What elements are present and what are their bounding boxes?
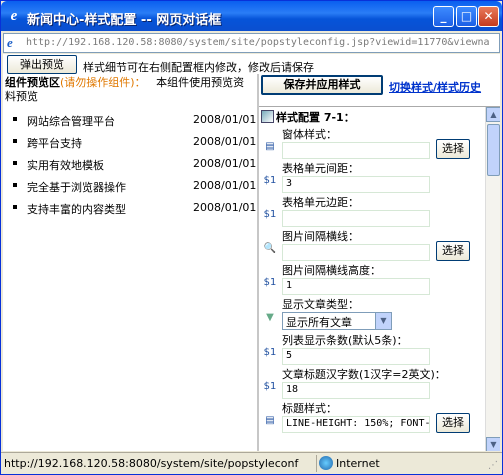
number-icon: $1 bbox=[263, 277, 277, 288]
list-item: 实用有效地模板 2008/01/01 bbox=[11, 156, 257, 178]
field-spacer-height: $1 图片间隔横线高度： 1 bbox=[259, 262, 483, 296]
switch-style-history-link[interactable]: 切换样式/样式历史 bbox=[389, 79, 481, 95]
spacer-image-pick-button[interactable]: 选择 bbox=[436, 241, 470, 261]
number-icon: $1 bbox=[263, 175, 277, 186]
close-button[interactable]: ✕ bbox=[478, 6, 499, 27]
status-url: http://192.168.120.58:8080/system/site/p… bbox=[4, 457, 299, 470]
news-date: 2008/01/01 bbox=[193, 113, 257, 126]
security-zone: Internet bbox=[319, 456, 380, 470]
list-item: 完全基于浏览器操作 2008/01/01 bbox=[11, 178, 257, 200]
field-label: 文章标题汉字数(1汉字=2英文)： bbox=[282, 368, 446, 381]
field-article-type: ▼ 显示文章类型： 显示所有文章 ▼ bbox=[259, 296, 483, 332]
cell-padding-input[interactable] bbox=[282, 210, 430, 227]
field-cell-spacing: $1 表格单元间距： 3 bbox=[259, 160, 483, 194]
field-label: 图片间隔横线： bbox=[282, 230, 359, 243]
field-label: 窗体样式： bbox=[282, 128, 337, 141]
field-spacer-image: 🔍 图片间隔横线： 选择 bbox=[259, 228, 483, 262]
list-count-input[interactable]: 5 bbox=[282, 348, 430, 365]
field-label: 表格单元间距： bbox=[282, 162, 359, 175]
cell-spacing-input[interactable]: 3 bbox=[282, 176, 430, 193]
image-search-icon: 🔍 bbox=[263, 243, 277, 254]
window-title: 新闻中心-样式配置 -- 网页对话框 bbox=[27, 13, 222, 28]
news-date: 2008/01/01 bbox=[193, 157, 257, 170]
spacer-image-input[interactable] bbox=[282, 244, 430, 261]
list-item: 支持丰富的内容类型 2008/01/01 bbox=[11, 200, 257, 222]
bullet-icon bbox=[13, 161, 17, 165]
number-icon: $1 bbox=[263, 209, 277, 220]
title-bar[interactable]: e 新闻中心-样式配置 -- 网页对话框 _ □ ✕ bbox=[1, 1, 502, 31]
preview-heading: 组件预览区(请勿操作组件)： 本组件使用预览资料预览 bbox=[5, 76, 255, 104]
config-icon bbox=[261, 110, 274, 123]
field-title-chars: $1 文章标题汉字数(1汉字=2英文)： 18 bbox=[259, 366, 483, 400]
save-apply-style-button[interactable]: 保存并应用样式 bbox=[261, 75, 383, 95]
title-style-input[interactable]: LINE-HEIGHT: 150%; FONT-S bbox=[282, 416, 430, 433]
field-list-count: $1 列表显示条数(默认5条)： 5 bbox=[259, 332, 483, 366]
article-type-select[interactable]: 显示所有文章 ▼ bbox=[282, 312, 392, 330]
field-title-style: ▤ 标题样式： LINE-HEIGHT: 150%; FONT-S 选择 bbox=[259, 400, 483, 440]
article-type-value: 显示所有文章 bbox=[286, 316, 352, 329]
popup-preview-button[interactable]: 弹出预览 bbox=[7, 55, 77, 74]
list-item: 网站综合管理平台 2008/01/01 bbox=[11, 112, 257, 134]
zone-label: Internet bbox=[336, 457, 380, 470]
dropdown-icon: ▼ bbox=[266, 312, 274, 323]
style-config-panel: 保存并应用样式 切换样式/样式历史 样式配置 7-1： ▤ 窗体样式： 选择 $… bbox=[259, 74, 500, 451]
window-style-pick-button[interactable]: 选择 bbox=[436, 139, 470, 159]
news-date: 2008/01/01 bbox=[193, 135, 257, 148]
window-style-input[interactable] bbox=[282, 142, 430, 159]
number-icon: $1 bbox=[263, 347, 277, 358]
status-bar: http://192.168.120.58:8080/system/site/p… bbox=[1, 452, 502, 474]
bullet-icon bbox=[13, 117, 17, 121]
edit-hint: 样式细节可在右侧配置框内修改，修改后请保存 bbox=[83, 61, 314, 74]
field-label: 列表显示条数(默认5条)： bbox=[282, 334, 408, 347]
config-title-text: 样式配置 7-1： bbox=[276, 111, 355, 124]
minimize-button[interactable]: _ bbox=[433, 6, 454, 27]
maximize-button[interactable]: □ bbox=[456, 6, 477, 27]
config-form: 样式配置 7-1： ▤ 窗体样式： 选择 $1 表格单元间距： 3 $1 表格单… bbox=[259, 106, 500, 451]
globe-icon bbox=[319, 456, 333, 470]
field-label: 显示文章类型： bbox=[282, 298, 359, 311]
config-title: 样式配置 7-1： bbox=[261, 109, 355, 125]
address-url: http://192.168.120.58:8080/system/site/p… bbox=[26, 37, 490, 48]
status-separator bbox=[316, 455, 317, 472]
config-scrollbar[interactable]: ▲ ▼ bbox=[485, 107, 500, 451]
style-icon: ▤ bbox=[265, 415, 275, 426]
ie-page-icon: e bbox=[7, 35, 13, 50]
field-label: 标题样式： bbox=[282, 402, 337, 415]
scroll-down-icon[interactable]: ▼ bbox=[486, 437, 500, 451]
news-title: 网站综合管理平台 bbox=[27, 115, 115, 128]
news-title: 完全基于浏览器操作 bbox=[27, 181, 126, 194]
title-style-pick-button[interactable]: 选择 bbox=[436, 413, 470, 433]
resize-grip-icon[interactable]: ⋰ bbox=[488, 460, 500, 472]
number-icon: $1 bbox=[263, 381, 277, 392]
field-cell-padding: $1 表格单元边距： bbox=[259, 194, 483, 228]
field-window-style: ▤ 窗体样式： 选择 bbox=[259, 126, 483, 160]
bullet-icon bbox=[13, 205, 17, 209]
news-title: 实用有效地模板 bbox=[27, 159, 104, 172]
preview-heading-title: 组件预览区 bbox=[5, 76, 60, 89]
news-date: 2008/01/01 bbox=[193, 179, 257, 192]
list-item: 跨平台支持 2008/01/01 bbox=[11, 134, 257, 156]
preview-warning: (请勿操作组件)： bbox=[60, 76, 146, 89]
ie-icon: e bbox=[10, 8, 18, 24]
bullet-icon bbox=[13, 139, 17, 143]
dialog-content: 弹出预览 样式细节可在右侧配置框内修改，修改后请保存 组件预览区(请勿操作组件)… bbox=[3, 54, 500, 451]
dialog-window: e 新闻中心-样式配置 -- 网页对话框 _ □ ✕ e http://192.… bbox=[0, 0, 503, 475]
field-label: 图片间隔横线高度： bbox=[282, 264, 381, 277]
bullet-icon bbox=[13, 183, 17, 187]
component-preview-panel: 组件预览区(请勿操作组件)： 本组件使用预览资料预览 网站综合管理平台 2008/… bbox=[3, 74, 257, 451]
news-title: 支持丰富的内容类型 bbox=[27, 203, 126, 216]
scroll-thumb[interactable] bbox=[487, 124, 500, 176]
news-title: 跨平台支持 bbox=[27, 137, 82, 150]
chevron-down-icon[interactable]: ▼ bbox=[375, 313, 391, 329]
field-label: 表格单元边距： bbox=[282, 196, 359, 209]
news-list: 网站综合管理平台 2008/01/01 跨平台支持 2008/01/01 实用有效地… bbox=[11, 112, 257, 222]
scroll-up-icon[interactable]: ▲ bbox=[486, 107, 500, 122]
address-bar[interactable]: e http://192.168.120.58:8080/system/site… bbox=[3, 33, 500, 53]
style-icon: ▤ bbox=[265, 141, 275, 152]
spacer-height-input[interactable]: 1 bbox=[282, 278, 430, 295]
title-chars-input[interactable]: 18 bbox=[282, 382, 430, 399]
news-date: 2008/01/01 bbox=[193, 201, 257, 214]
